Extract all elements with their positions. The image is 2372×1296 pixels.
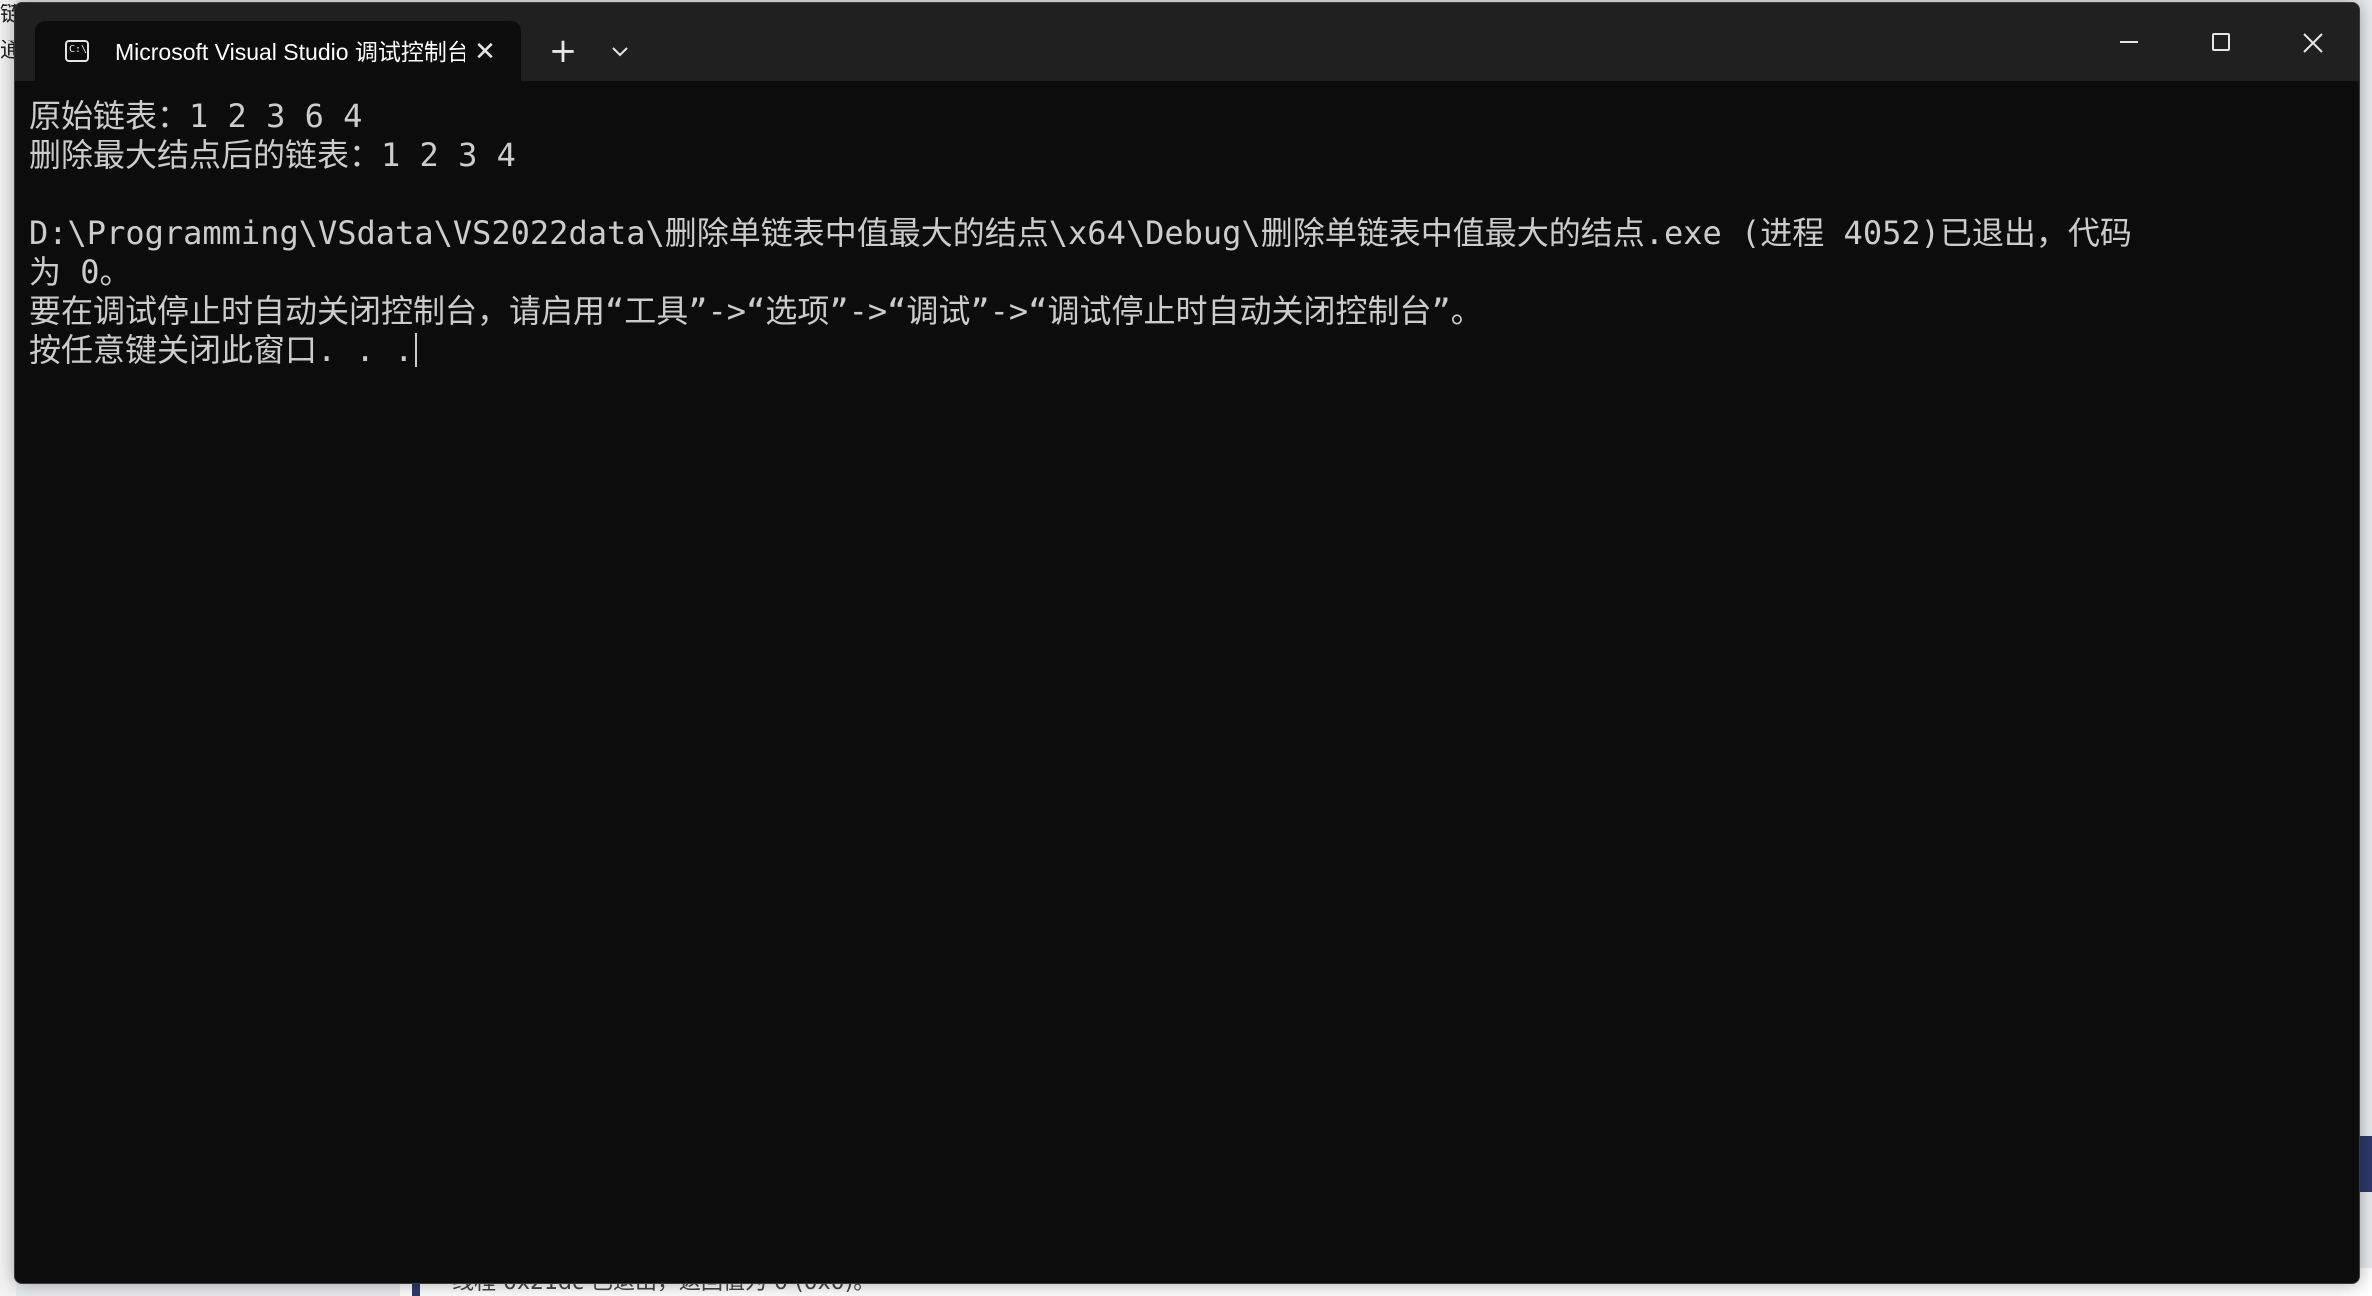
- minimize-button[interactable]: [2083, 3, 2175, 79]
- title-bar[interactable]: C:\ Microsoft Visual Studio 调试控制台 ✕ +: [15, 3, 2359, 83]
- console-line: 原始链表：1 2 3 6 4: [29, 97, 363, 135]
- maximize-button[interactable]: [2175, 3, 2267, 79]
- console-output[interactable]: 原始链表：1 2 3 6 4 删除最大结点后的链表：1 2 3 4 D:\Pro…: [29, 97, 2339, 370]
- chevron-down-icon: [612, 47, 628, 57]
- console-line: 删除最大结点后的链表：1 2 3 4: [29, 136, 516, 174]
- tab-dropdown-chevron-icon[interactable]: [599, 29, 641, 73]
- new-tab-button[interactable]: +: [537, 29, 589, 73]
- console-icon-glyph: C:\: [69, 44, 88, 55]
- tab-title: Microsoft Visual Studio 调试控制台: [115, 39, 465, 65]
- close-tab-icon[interactable]: ✕: [465, 32, 505, 72]
- terminal-window: C:\ Microsoft Visual Studio 调试控制台 ✕ + 原始…: [14, 2, 2360, 1284]
- minimize-icon: [2120, 40, 2138, 43]
- console-line: D:\Programming\VSdata\VS2022data\删除单链表中值…: [29, 214, 2132, 252]
- close-icon: [2303, 32, 2323, 53]
- console-line: 要在调试停止时自动关闭控制台，请启用“工具”->“选项”->“调试”->“调试停…: [29, 292, 1483, 330]
- tab-debug-console[interactable]: C:\ Microsoft Visual Studio 调试控制台 ✕: [35, 21, 521, 83]
- console-prompt-line: 按任意键关闭此窗口. . .: [29, 331, 2339, 370]
- console-prompt-text: 按任意键关闭此窗口. . .: [29, 331, 414, 369]
- console-line: 为 0。: [29, 253, 132, 291]
- close-window-button[interactable]: [2267, 3, 2359, 79]
- text-cursor: [415, 333, 418, 367]
- console-icon: C:\: [65, 40, 89, 62]
- maximize-icon: [2212, 32, 2230, 51]
